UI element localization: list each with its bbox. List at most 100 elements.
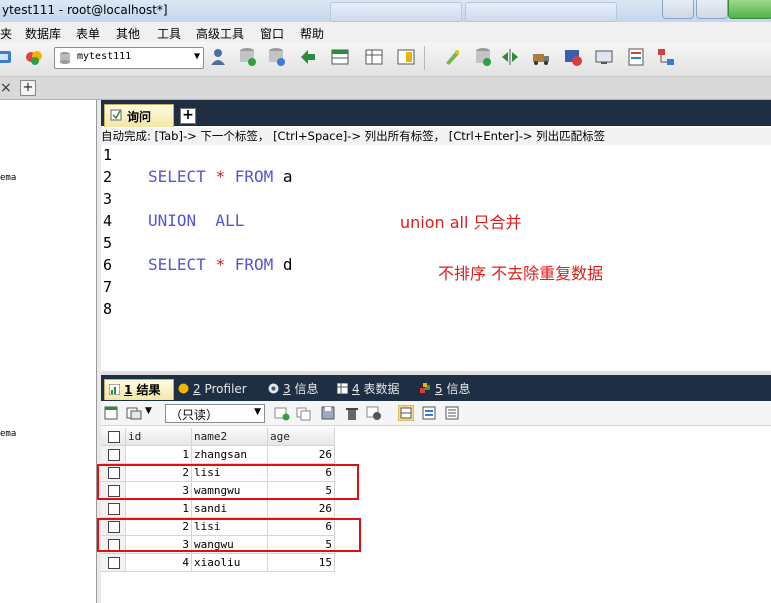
schema-sync-icon[interactable] (500, 47, 520, 67)
menu-favorites[interactable]: 夹 (0, 25, 12, 42)
form-view-icon[interactable] (421, 405, 437, 421)
cell-name2[interactable]: sandi (192, 500, 268, 518)
info-blocks-icon (420, 383, 430, 393)
row-checkbox[interactable] (108, 503, 120, 515)
menu-advanced-tools[interactable]: 高级工具 (196, 25, 244, 42)
result-mode-selector[interactable]: （只读） ▼ (165, 404, 265, 423)
database-sync-icon[interactable] (473, 47, 493, 67)
select-all-checkbox[interactable] (108, 431, 120, 443)
cell-age[interactable]: 26 (268, 446, 335, 464)
row-checkbox[interactable] (108, 557, 120, 569)
menu-other[interactable]: 其他 (116, 25, 140, 42)
database-selector[interactable]: mytest111 ▼ (54, 47, 204, 69)
line-number: 8 (103, 300, 113, 318)
export-database-icon[interactable] (267, 47, 287, 67)
sql-table-name: a (282, 167, 293, 186)
add-query-tab-button[interactable]: + (180, 108, 196, 124)
window-title: ytest111 - root@localhost*] (2, 3, 168, 17)
toolbar-separator (424, 46, 425, 70)
backup-icon[interactable] (298, 47, 318, 67)
connect-icon[interactable] (0, 47, 14, 67)
delete-icon[interactable] (344, 405, 360, 421)
tab-table-data[interactable]: 4 表数据 (337, 379, 399, 399)
tab-query-label: 询问 (127, 110, 152, 124)
row-selector[interactable] (101, 554, 126, 572)
report-icon[interactable] (626, 47, 646, 67)
code-line[interactable]: SELECT * FROM d (148, 255, 293, 274)
menu-window[interactable]: 窗口 (260, 25, 284, 42)
close-window-button[interactable] (728, 0, 771, 19)
connection-tab-strip (0, 77, 771, 100)
monitor-icon[interactable] (594, 47, 614, 67)
sql-table-name: d (282, 255, 293, 274)
tab-info-5[interactable]: 5 信息 (420, 379, 470, 399)
menu-database[interactable]: 数据库 (25, 25, 61, 42)
cell-name2[interactable]: xiaoliu (192, 554, 268, 572)
schema-diagram-icon[interactable] (656, 47, 676, 67)
export-results-icon[interactable] (104, 405, 120, 421)
select-all-cell[interactable] (101, 428, 126, 446)
maximize-button[interactable] (696, 0, 728, 19)
grid-view-icon[interactable] (398, 405, 414, 421)
copy-results-icon[interactable] (126, 405, 142, 421)
migration-icon[interactable] (531, 47, 551, 67)
duplicate-row-icon[interactable] (296, 405, 312, 421)
new-connection-icon[interactable] (24, 47, 44, 67)
add-connection-button[interactable]: + (20, 80, 36, 96)
menu-help[interactable]: 帮助 (300, 25, 324, 42)
user-manager-icon[interactable] (208, 47, 228, 67)
table-data-icon[interactable] (330, 47, 350, 67)
column-header-id[interactable]: id (126, 428, 192, 446)
cell-id[interactable]: 4 (126, 554, 192, 572)
schema-label[interactable]: ema (0, 429, 16, 439)
background-tab[interactable] (330, 2, 462, 22)
row-checkbox[interactable] (108, 449, 120, 461)
cell-id[interactable]: 1 (126, 500, 192, 518)
sql-keyword: FROM (234, 255, 274, 274)
chevron-down-icon[interactable]: ▼ (145, 406, 152, 416)
result-mode-value: （只读） (170, 408, 219, 422)
code-line[interactable]: UNION ALL (148, 211, 244, 230)
minimize-button[interactable] (662, 0, 694, 19)
main-toolbar: mytest111 ▼ (0, 42, 771, 77)
import-database-icon[interactable] (238, 47, 258, 67)
line-number-gutter: 1 2 3 4 5 6 7 8 (101, 146, 141, 371)
code-line[interactable]: SELECT * FROM a (148, 167, 293, 186)
query-builder-icon[interactable] (396, 47, 416, 67)
query-tab-bar (101, 100, 771, 126)
cell-age[interactable]: 15 (268, 554, 335, 572)
wizard-icon[interactable] (442, 47, 462, 67)
close-connection-icon[interactable]: × (0, 80, 12, 96)
autocomplete-hint: 自动完成: [Tab]-> 下一个标签， [Ctrl+Space]-> 列出所有… (101, 129, 606, 143)
sql-wildcard: * (215, 255, 226, 274)
database-icon (60, 52, 70, 64)
line-number: 5 (103, 234, 113, 252)
schema-label[interactable]: ema (0, 173, 16, 183)
table-icon (337, 383, 348, 394)
text-view-icon[interactable] (444, 405, 460, 421)
tab-query[interactable]: 询问 (104, 104, 174, 127)
line-number: 3 (103, 190, 113, 208)
background-tab[interactable] (465, 2, 617, 22)
scheduler-icon[interactable] (563, 47, 583, 67)
cell-name2[interactable]: zhangsan (192, 446, 268, 464)
add-row-icon[interactable] (274, 405, 290, 421)
column-header-age[interactable]: age (268, 428, 335, 446)
autocomplete-hint-bar: 自动完成: [Tab]-> 下一个标签， [Ctrl+Space]-> 列出所有… (101, 128, 771, 145)
cancel-changes-icon[interactable] (366, 405, 382, 421)
tab-info[interactable]: 3 信息 (268, 379, 318, 399)
row-selector[interactable] (101, 446, 126, 464)
chevron-down-icon: ▼ (254, 407, 261, 417)
cell-id[interactable]: 1 (126, 446, 192, 464)
save-changes-icon[interactable] (320, 405, 336, 421)
schema-designer-icon[interactable] (364, 47, 384, 67)
cell-age[interactable]: 26 (268, 500, 335, 518)
menu-tools[interactable]: 工具 (157, 25, 181, 42)
column-header-name2[interactable]: name2 (192, 428, 268, 446)
line-number: 7 (103, 278, 113, 296)
row-selector[interactable] (101, 500, 126, 518)
tab-results[interactable]: 1 结果 (104, 379, 174, 400)
tab-profiler[interactable]: 2 Profiler (178, 379, 247, 399)
menu-table[interactable]: 表单 (76, 25, 100, 42)
sql-keyword: SELECT (148, 255, 206, 274)
